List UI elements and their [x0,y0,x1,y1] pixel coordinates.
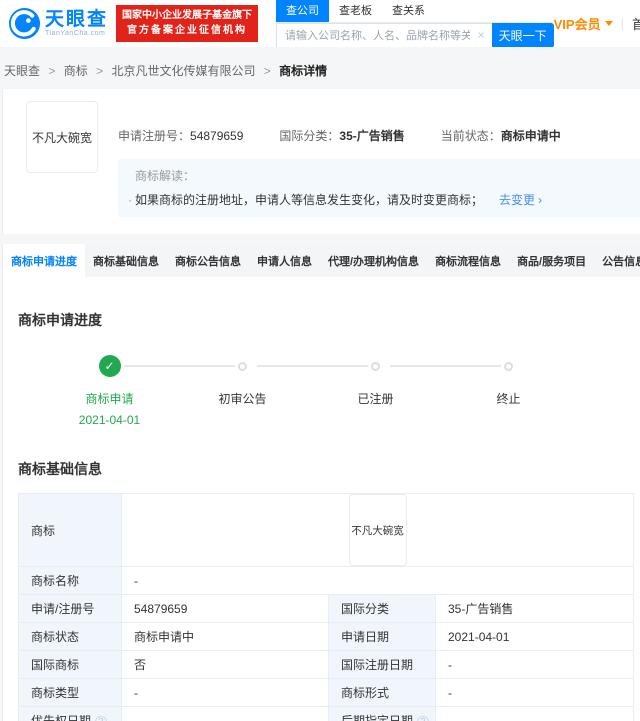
tab-process-info[interactable]: 商标流程信息 [427,244,509,277]
progress-section-title: 商标申请进度 [18,312,102,328]
breadcrumb-trademark[interactable]: 商标 [64,64,88,78]
breadcrumb: 天眼查 > 商标 > 北京凡世文化传媒有限公司 > 商标详情 [2,47,640,89]
breadcrumb-separator: > [96,64,104,78]
table-row: 优先权日期? - 后期指定日期? - [18,706,635,721]
search-area: 查公司 查老板 查关系 × 天眼一下 [276,0,554,47]
basic-section-title: 商标基础信息 [18,461,102,477]
tab-basic-info[interactable]: 商标基础信息 [85,244,167,277]
pending-dot-icon [504,361,513,371]
tab-applicant-info[interactable]: 申请人信息 [249,244,320,277]
tab-announcement-info[interactable]: 商标公告信息 [167,244,249,277]
help-icon[interactable]: ? [95,715,108,721]
trademark-summary-card: 不凡大碗宽 申请注册号：54879659 国际分类：35-广告销售 当前状态：商… [2,89,640,234]
reg-number-value: 54879659 [190,129,244,143]
table-row: 商标状态 商标申请中 申请日期 2021-04-01 [18,622,635,651]
timeline-step-preliminary: 初审公告 [176,355,368,427]
go-change-link[interactable]: 去变更 [499,193,535,207]
tianyancha-logo[interactable]: 天眼查 TianYanCha.com [8,7,108,40]
page-body: 天眼查 > 商标 > 北京凡世文化传媒有限公司 > 商标详情 不凡大碗宽 申请注… [0,47,640,721]
tab-application-progress[interactable]: 商标申请进度 [3,244,85,277]
intl-class-value: 35-广告销售 [339,129,405,143]
breadcrumb-current: 商标详情 [279,64,328,78]
note-text: 如果商标的注册地址，申请人等信息发生变化，请及时变更商标； [135,193,484,207]
timeline-step-registered: 已注册 [309,355,501,427]
vip-member-link[interactable]: VIP会员 [554,14,613,33]
note-title: 商标解读： [135,169,196,183]
trademark-note-box: 商标解读： · 如果商标的注册地址，申请人等信息发生变化，请及时变更商标； 去变更 › [118,159,640,217]
check-icon: ✓ [98,355,121,377]
help-icon[interactable]: ? [417,715,430,721]
search-tabs: 查公司 查老板 查关系 [276,0,554,23]
tab-agency-info[interactable]: 代理/办理机构信息 [320,244,427,277]
nav-item-partial[interactable]: 首 [632,14,640,33]
trademark-image-small: 不凡大碗宽 [348,494,407,566]
badge-line1: 国家中小企业发展子基金旗下 [122,10,253,21]
search-button[interactable]: 天眼一下 [491,23,554,47]
divider: | [620,16,624,31]
search-tab-relation[interactable]: 查关系 [382,0,435,22]
reg-number-label: 申请注册号： [118,129,191,143]
chevron-down-icon [604,21,613,26]
breadcrumb-separator: > [263,64,271,78]
detail-tabbar: 商标申请进度 商标基础信息 商标公告信息 申请人信息 代理/办理机构信息 商标流… [2,244,640,277]
breadcrumb-company[interactable]: 北京凡世文化传媒有限公司 [111,64,255,78]
table-row-name: 商标名称 - [18,566,635,595]
clear-icon[interactable]: × [478,28,485,42]
pending-dot-icon [371,361,380,371]
tianyancha-logo-icon [8,7,41,40]
detail-card: 商标申请进度 ✓ 商标申请 2021-04-01 初审公告 已注册 终止 商标基… [2,277,640,721]
search-tab-boss[interactable]: 查老板 [329,0,382,22]
summary-fields: 申请注册号：54879659 国际分类：35-广告销售 当前状态：商标申请中 [118,127,640,144]
basic-info-table: 商标 不凡大碗宽 商标名称 - 申请/注册号 54879659 国际分类 35-… [18,493,635,721]
arrow-right-icon: › [538,193,543,207]
bullet-icon: · [128,193,132,207]
logo-domain: TianYanCha.com [45,30,106,37]
pending-dot-icon [238,361,247,371]
current-status-value: 商标申请中 [500,129,561,143]
timeline-step-applied: ✓ 商标申请 2021-04-01 [43,355,235,427]
tab-gazette-info[interactable]: 公告信息 [594,244,640,277]
current-status-label: 当前状态： [440,129,501,143]
trademark-image: 不凡大碗宽 [26,101,98,173]
logo-title: 天眼查 [45,9,109,30]
breadcrumb-home[interactable]: 天眼查 [4,64,40,78]
table-row-mark: 商标 不凡大碗宽 [18,493,635,567]
certification-badge: 国家中小企业发展子基金旗下 官方备案企业征信机构 [116,5,259,42]
top-bar: 天眼查 TianYanCha.com 国家中小企业发展子基金旗下 官方备案企业征… [0,0,640,47]
breadcrumb-separator: > [48,64,56,78]
search-input[interactable] [276,23,492,47]
badge-line2: 官方备案企业征信机构 [127,24,248,36]
step-date: 2021-04-01 [78,413,141,427]
search-tab-company[interactable]: 查公司 [276,0,330,22]
progress-timeline: ✓ 商标申请 2021-04-01 初审公告 已注册 终止 [43,355,640,427]
table-row: 商标类型 - 商标形式 - [18,678,635,707]
table-row: 申请/注册号 54879659 国际分类 35-广告销售 [18,594,635,623]
timeline-step-terminated: 终止 [442,355,575,427]
tab-goods-services[interactable]: 商品/服务项目 [509,244,594,277]
table-row: 国际商标 否 国际注册日期 - [18,650,635,679]
intl-class-label: 国际分类： [279,129,340,143]
